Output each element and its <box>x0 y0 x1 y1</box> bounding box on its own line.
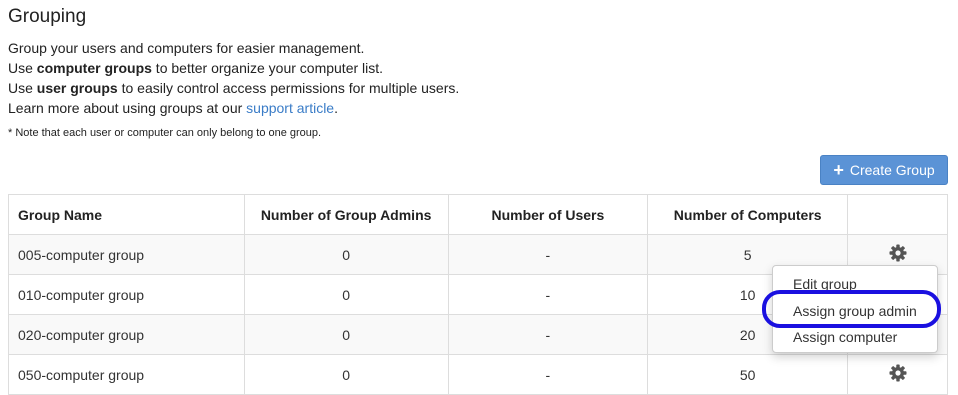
header-computers[interactable]: Number of Computers <box>647 194 849 235</box>
group-name-cell: 005-computer group <box>8 234 245 275</box>
intro-line: Learn more about using groups at our sup… <box>8 100 338 116</box>
group-admins-cell: 0 <box>243 314 449 355</box>
plus-icon: + <box>833 160 844 180</box>
users-cell: - <box>447 314 649 355</box>
highlight-annotation <box>762 290 941 328</box>
users-cell: - <box>447 274 649 315</box>
users-cell: - <box>447 354 649 395</box>
group-name-cell: 020-computer group <box>8 314 245 355</box>
computer-groups-term: computer groups <box>36 60 152 76</box>
group-admins-cell: 0 <box>243 234 449 275</box>
table-header-row: Group Name Number of Group Admins Number… <box>8 194 948 235</box>
actions-cell <box>847 354 948 395</box>
intro-text: Group your users and computers for easie… <box>8 38 459 118</box>
page-title: Grouping <box>8 6 87 27</box>
computers-cell: 50 <box>647 354 849 395</box>
user-groups-term: user groups <box>36 80 118 96</box>
create-group-button[interactable]: + Create Group <box>820 155 948 185</box>
gear-icon[interactable] <box>888 363 908 383</box>
header-group-name[interactable]: Group Name <box>8 194 245 235</box>
support-article-link[interactable]: support article <box>246 100 334 116</box>
group-admins-cell: 0 <box>243 274 449 315</box>
group-admins-cell: 0 <box>243 354 449 395</box>
header-group-admins[interactable]: Number of Group Admins <box>243 194 449 235</box>
create-group-label: Create Group <box>849 162 935 178</box>
users-cell: - <box>447 234 649 275</box>
menu-item-assign-computer[interactable]: Assign computer <box>793 329 897 345</box>
group-name-cell: 010-computer group <box>8 274 245 315</box>
intro-line: Use user groups to easily control access… <box>8 80 460 96</box>
header-users[interactable]: Number of Users <box>447 194 649 235</box>
note-text: * Note that each user or computer can on… <box>8 127 322 139</box>
table-row: 050-computer group 0 - 50 <box>8 354 948 395</box>
group-name-cell: 050-computer group <box>8 354 245 395</box>
intro-line: Use computer groups to better organize y… <box>8 60 384 76</box>
gear-icon[interactable] <box>888 243 908 263</box>
intro-line: Group your users and computers for easie… <box>8 40 365 56</box>
header-actions <box>847 194 948 235</box>
